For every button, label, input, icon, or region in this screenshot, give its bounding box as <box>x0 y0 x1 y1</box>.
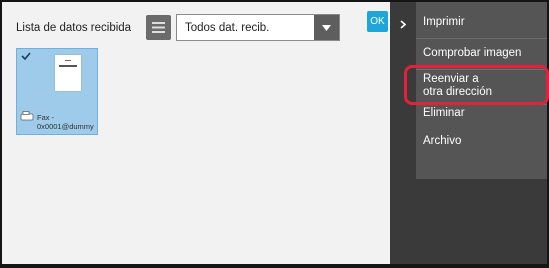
chevron-right-icon[interactable] <box>400 20 406 29</box>
filter-dropdown-button[interactable] <box>314 15 339 40</box>
ok-button[interactable]: OK <box>367 11 388 32</box>
fax-icon <box>20 111 34 121</box>
device-screen: Lista de datos recibida Todos dat. recib… <box>2 2 547 264</box>
filter-select[interactable]: Todos dat. recib. <box>176 14 340 41</box>
list-view-button[interactable] <box>146 15 171 40</box>
menu-item-delete[interactable]: Eliminar <box>423 107 465 120</box>
action-sidebar: Imprimir Comprobar imagen Reenviar a otr… <box>390 2 547 264</box>
menu-divider <box>416 38 547 39</box>
menu-item-check-image[interactable]: Comprobar imagen <box>423 47 521 60</box>
list-title: Lista de datos recibida <box>16 22 132 34</box>
menu-item-archive[interactable]: Archivo <box>423 135 461 148</box>
item-label: Fax - 0x0001@dummy <box>37 113 94 131</box>
received-item-thumbnail[interactable]: Fax - 0x0001@dummy <box>16 48 98 135</box>
chevron-down-icon <box>322 25 331 31</box>
received-data-list-panel: Lista de datos recibida Todos dat. recib… <box>2 2 390 264</box>
list-icon <box>152 22 165 33</box>
highlight-frame <box>404 65 549 105</box>
filter-select-value: Todos dat. recib. <box>185 22 270 34</box>
document-preview <box>55 55 81 91</box>
check-icon <box>21 52 31 60</box>
menu-item-print[interactable]: Imprimir <box>423 16 465 29</box>
